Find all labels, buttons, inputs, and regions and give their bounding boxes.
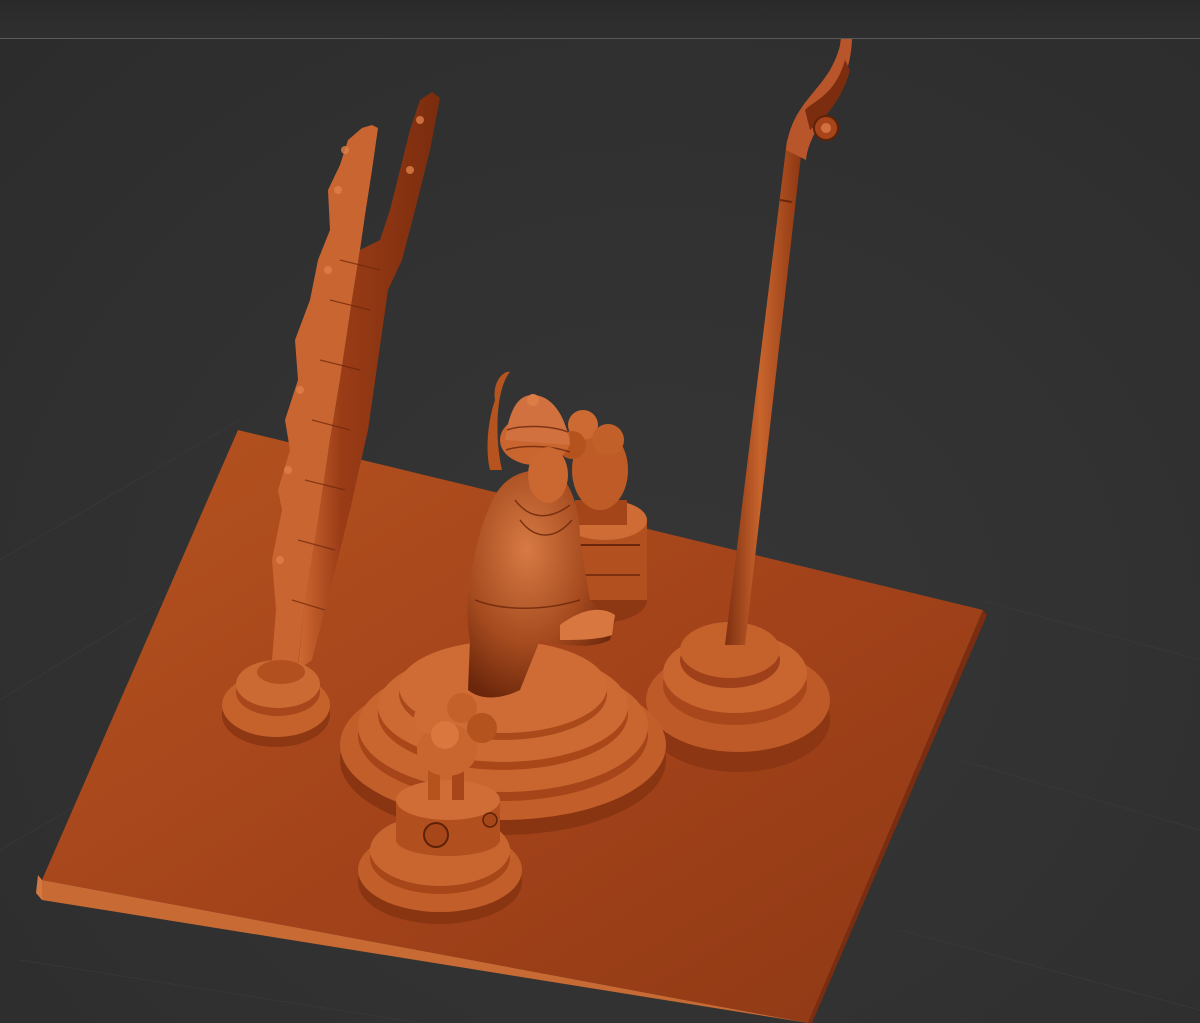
sculpt-app [0, 0, 1200, 1023]
scene-svg [0, 39, 1200, 1023]
top-toolbar-strip [0, 0, 1200, 39]
flag-pole[interactable] [725, 39, 852, 645]
3d-viewport[interactable] [0, 39, 1200, 1023]
